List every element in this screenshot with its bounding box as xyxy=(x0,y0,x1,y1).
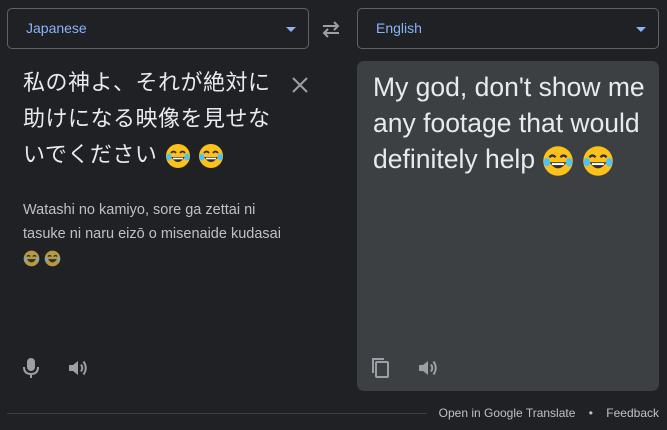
target-language-label: English xyxy=(376,20,422,36)
feedback-link[interactable]: Feedback xyxy=(606,406,659,420)
chevron-down-icon xyxy=(636,27,646,32)
swap-icon xyxy=(322,21,340,38)
source-language-label: Japanese xyxy=(26,20,87,36)
copy-icon xyxy=(372,358,389,378)
source-text-area[interactable]: 私の神よ、それが絶対に助けになる映像を見せないでください xyxy=(23,66,273,174)
face-with-tears-of-joy-emoji xyxy=(44,250,61,267)
source-language-select[interactable]: Japanese xyxy=(7,8,309,49)
open-in-google-translate-link[interactable]: Open in Google Translate xyxy=(439,406,576,420)
microphone-icon xyxy=(23,358,39,378)
swap-languages-button[interactable] xyxy=(318,17,344,41)
chevron-down-icon xyxy=(286,27,296,32)
face-with-tears-of-joy-emoji xyxy=(198,143,224,169)
footer-separator: • xyxy=(588,406,593,420)
footer-divider xyxy=(7,413,427,414)
face-with-tears-of-joy-emoji xyxy=(165,143,191,169)
face-with-tears-of-joy-emoji xyxy=(582,145,614,177)
voice-input-button[interactable] xyxy=(20,356,42,380)
face-with-tears-of-joy-emoji xyxy=(542,145,574,177)
listen-source-button[interactable] xyxy=(66,357,90,379)
speaker-icon xyxy=(69,360,87,376)
footer: Open in Google Translate • Feedback xyxy=(439,405,659,421)
source-romanization: Watashi no kamiyo, sore ga zettai ni tas… xyxy=(23,198,283,270)
romanization-text: Watashi no kamiyo, sore ga zettai ni tas… xyxy=(23,202,281,242)
face-with-tears-of-joy-emoji xyxy=(23,250,40,267)
listen-translation-button[interactable] xyxy=(416,357,440,379)
source-text: 私の神よ、それが絶対に助けになる映像を見せないでください xyxy=(23,71,271,168)
translation-output: My god, don't show me any footage that w… xyxy=(373,69,653,177)
target-language-select[interactable]: English xyxy=(357,8,659,49)
speaker-icon xyxy=(419,360,437,376)
copy-translation-button[interactable] xyxy=(369,356,391,380)
clear-source-button[interactable] xyxy=(289,74,311,96)
translation-panel: My god, don't show me any footage that w… xyxy=(357,61,659,391)
close-icon xyxy=(292,77,308,93)
translate-widget: Japanese English 私の神よ、それが絶対に助けになる映像を見せない… xyxy=(0,0,667,430)
